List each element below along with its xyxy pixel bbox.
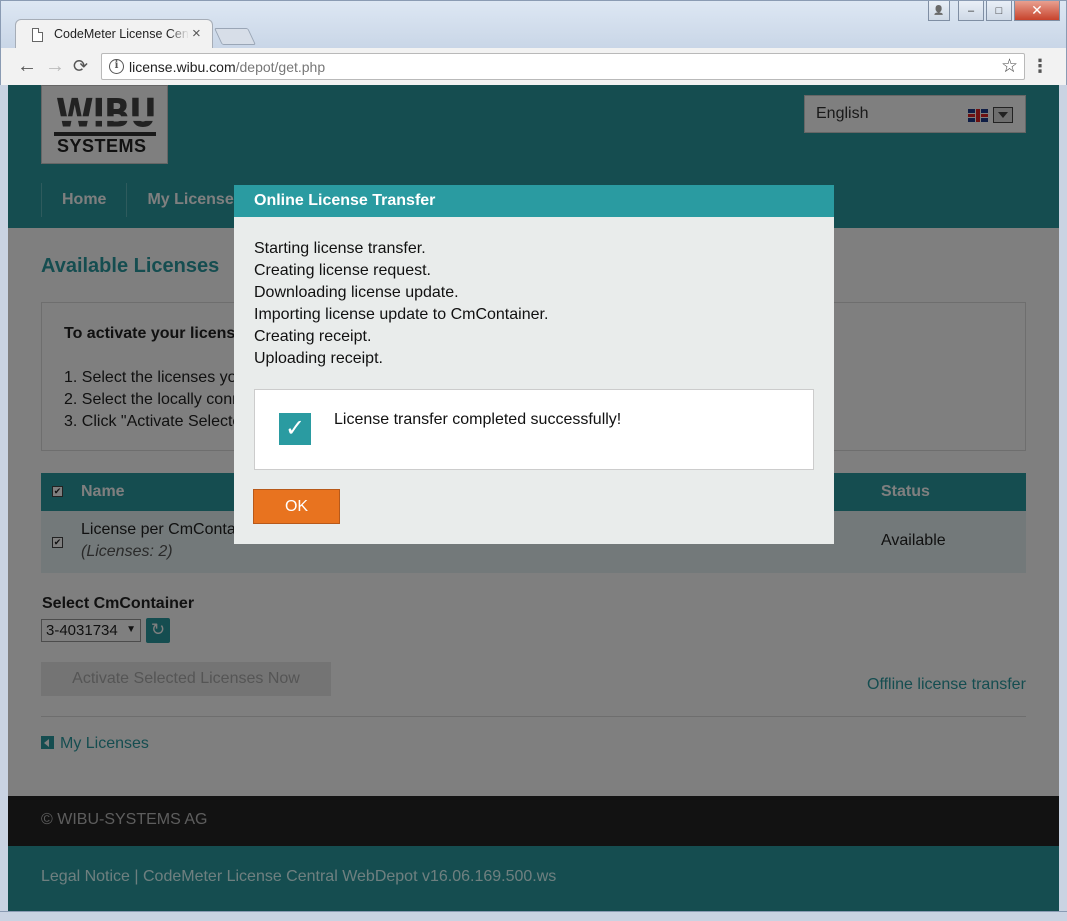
log-line: Importing license update to CmContainer. [254,306,549,323]
url-host: license.wibu.com [129,59,236,75]
dialog-header: Online License Transfer [234,185,834,217]
browser-titlebar: CodeMeter License Central WebDepot × 👤 –… [0,0,1067,50]
info-icon[interactable]: i [109,59,124,74]
license-transfer-dialog: Online License Transfer Starting license… [234,185,834,544]
url-path: /depot/get.php [235,59,326,75]
log-line: Creating receipt. [254,328,372,345]
url-text[interactable]: license.wibu.com/depot/get.php [129,59,325,75]
transfer-log: Starting license transfer. Creating lice… [254,238,548,370]
dialog-title: Online License Transfer [254,192,436,209]
tab-close-icon[interactable]: × [192,25,201,42]
log-line: Downloading license update. [254,284,459,301]
browser-menu-icon[interactable]: ⋮ [1031,54,1049,78]
browser-toolbar: ← → ⟳ i license.wibu.com/depot/get.php ☆… [0,48,1067,85]
close-window-button[interactable]: ✕ [1014,1,1060,21]
forward-arrow-icon[interactable]: → [45,54,65,78]
minimize-button[interactable]: – [958,1,984,21]
success-message: License transfer completed successfully! [334,411,622,428]
back-arrow-icon[interactable]: ← [17,54,37,78]
log-line: Starting license transfer. [254,240,426,257]
tab-title: CodeMeter License Central WebDepot [54,27,189,41]
window-bottom-border [0,911,1067,921]
log-line: Creating license request. [254,262,431,279]
window-controls: 👤 – □ ✕ [928,1,1060,21]
reload-icon[interactable]: ⟳ [73,54,88,78]
address-bar[interactable]: i license.wibu.com/depot/get.php ☆ [101,53,1025,80]
browser-tab-active[interactable]: CodeMeter License Central WebDepot × [15,19,213,50]
success-panel: ✓ License transfer completed successfull… [254,389,814,470]
maximize-button[interactable]: □ [986,1,1012,21]
bookmark-star-icon[interactable]: ☆ [1001,55,1018,78]
user-profile-icon[interactable]: 👤 [928,1,950,21]
log-line: Uploading receipt. [254,350,383,367]
page-viewport: WIBU SYSTEMS English Home My Licenses Av… [8,85,1059,911]
checkmark-icon: ✓ [279,413,311,445]
page-icon [32,28,43,42]
new-tab-button[interactable] [214,28,256,45]
ok-button[interactable]: OK [253,489,340,524]
